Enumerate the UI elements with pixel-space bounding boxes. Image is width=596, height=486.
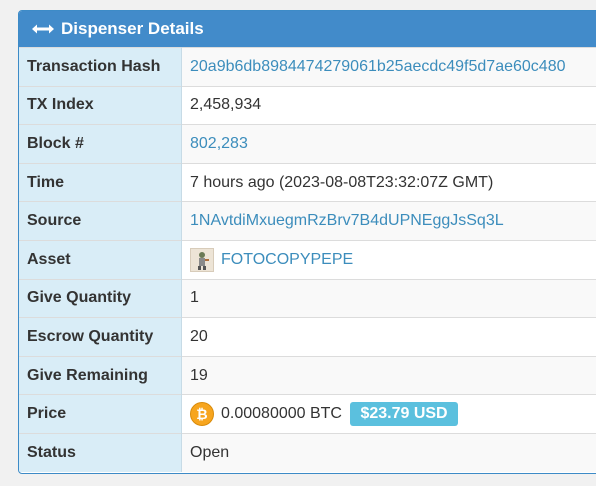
dispenser-details-panel: Dispenser Details Transaction Hash 20a9b… — [18, 10, 596, 474]
panel-title: Dispenser Details — [61, 19, 204, 38]
table-row: Status Open — [19, 432, 596, 472]
table-row: Price ₿ 0.00080000 BTC $23.79 USD — [19, 394, 596, 434]
table-row: Escrow Quantity 20 — [19, 317, 596, 357]
row-label-give-quantity: Give Quantity — [19, 278, 182, 318]
row-label-source: Source — [19, 201, 182, 241]
row-label-give-remaining: Give Remaining — [19, 355, 182, 395]
table-row: Source 1NAvtdiMxuegmRzBrv7B4dUPNEggJsSq3… — [19, 201, 596, 241]
transaction-hash-link[interactable]: 20a9b6db8984474279061b25aecdc49f5d7ae60c… — [190, 58, 565, 75]
row-label-status: Status — [19, 432, 182, 472]
status-value: Open — [181, 432, 596, 472]
tx-index-value: 2,458,934 — [181, 85, 596, 125]
asset-thumbnail-icon[interactable] — [190, 247, 214, 272]
give-remaining-value: 19 — [181, 355, 596, 395]
source-address-link[interactable]: 1NAvtdiMxuegmRzBrv7B4dUPNEggJsSq3L — [190, 212, 504, 229]
panel-header: Dispenser Details — [19, 11, 596, 47]
row-label-tx-index: TX Index — [19, 85, 182, 125]
table-row: Transaction Hash 20a9b6db8984474279061b2… — [19, 47, 596, 87]
details-table: Transaction Hash 20a9b6db8984474279061b2… — [19, 47, 596, 472]
table-row: Give Remaining 19 — [19, 355, 596, 395]
row-label-time: Time — [19, 162, 182, 202]
price-btc-value: 0.00080000 BTC — [221, 405, 342, 423]
block-link[interactable]: 802,283 — [190, 135, 248, 152]
escrow-quantity-value: 20 — [181, 317, 596, 357]
arrows-horizontal-icon — [31, 23, 55, 35]
table-row: Asset FOTOCOPYPEPE — [19, 239, 596, 280]
row-label-escrow-quantity: Escrow Quantity — [19, 317, 182, 357]
time-value: 7 hours ago (2023-08-08T23:32:07Z GMT) — [181, 162, 596, 202]
give-quantity-value: 1 — [181, 278, 596, 318]
row-label-transaction-hash: Transaction Hash — [19, 47, 182, 87]
table-row: TX Index 2,458,934 — [19, 85, 596, 125]
row-label-price: Price — [19, 394, 182, 434]
table-row: Block # 802,283 — [19, 124, 596, 164]
row-label-asset: Asset — [19, 239, 182, 280]
price-usd-badge: $23.79 USD — [350, 402, 458, 427]
asset-link[interactable]: FOTOCOPYPEPE — [221, 251, 353, 268]
table-row: Give Quantity 1 — [19, 278, 596, 318]
row-label-block: Block # — [19, 124, 182, 164]
bitcoin-icon: ₿ — [190, 402, 214, 427]
table-row: Time 7 hours ago (2023-08-08T23:32:07Z G… — [19, 162, 596, 202]
